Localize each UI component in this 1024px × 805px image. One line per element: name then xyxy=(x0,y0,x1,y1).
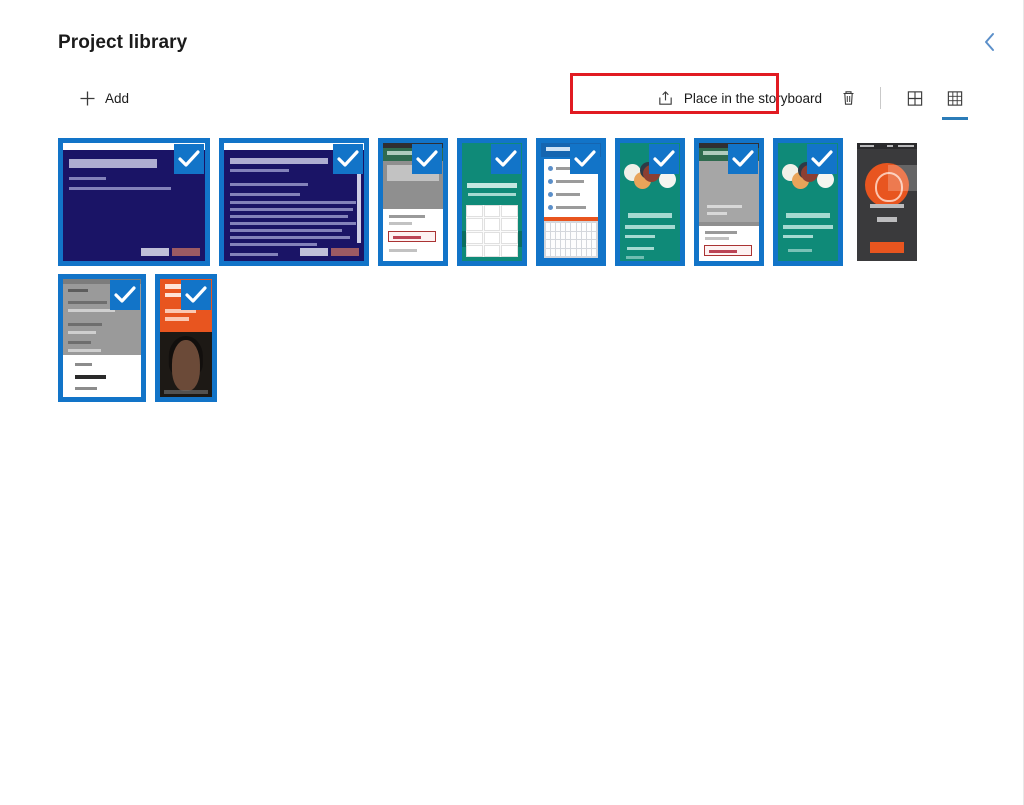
place-in-storyboard-icon xyxy=(657,89,675,107)
selected-check-badge xyxy=(181,280,211,310)
add-button-label: Add xyxy=(105,90,130,106)
library-thumbnail-grid xyxy=(58,138,1003,402)
place-in-storyboard-label: Place in the storyboard xyxy=(683,90,822,106)
library-item[interactable] xyxy=(773,138,843,266)
library-toolbar: Add Place in the storyboard xyxy=(0,78,1023,120)
chevron-left-icon xyxy=(982,31,997,53)
checkmark-icon xyxy=(811,150,833,167)
checkmark-icon xyxy=(114,286,136,303)
selected-check-badge xyxy=(728,144,758,174)
checkmark-icon xyxy=(574,150,596,167)
library-item[interactable] xyxy=(378,138,448,266)
large-grid-view-button[interactable] xyxy=(895,79,935,117)
toolbar-separator xyxy=(880,87,881,109)
library-item[interactable] xyxy=(694,138,764,266)
thumbnail-preview xyxy=(857,143,917,261)
selected-check-badge xyxy=(333,144,363,174)
checkmark-icon xyxy=(337,150,359,167)
library-item[interactable] xyxy=(219,138,369,266)
collapse-panel-button[interactable] xyxy=(971,24,1007,60)
toolbar-right-group: Place in the storyboard xyxy=(649,78,975,120)
toolbar-left-group: Add xyxy=(70,78,137,118)
checkmark-icon xyxy=(653,150,675,167)
library-item[interactable] xyxy=(155,274,217,402)
library-item[interactable] xyxy=(536,138,606,266)
selected-check-badge xyxy=(110,280,140,310)
grid-3x3-icon xyxy=(946,89,964,107)
plus-icon xyxy=(78,89,96,107)
library-item[interactable] xyxy=(457,138,527,266)
panel-header: Project library xyxy=(0,0,1023,70)
checkmark-icon xyxy=(416,150,438,167)
selected-check-badge xyxy=(174,144,204,174)
checkmark-icon xyxy=(732,150,754,167)
page-title: Project library xyxy=(58,32,188,53)
project-library-panel: Project library Add Place in the storybo… xyxy=(0,0,1024,805)
trash-icon xyxy=(839,89,857,107)
selected-check-badge xyxy=(491,144,521,174)
checkmark-icon xyxy=(178,150,200,167)
checkmark-icon xyxy=(185,286,207,303)
library-item[interactable] xyxy=(852,138,922,266)
place-in-storyboard-button[interactable]: Place in the storyboard xyxy=(649,81,830,115)
selected-check-badge xyxy=(807,144,837,174)
selected-check-badge xyxy=(412,144,442,174)
library-item[interactable] xyxy=(58,138,210,266)
grid-2x2-icon xyxy=(906,89,924,107)
library-item[interactable] xyxy=(58,274,146,402)
small-grid-view-button[interactable] xyxy=(935,79,975,120)
add-button[interactable]: Add xyxy=(70,81,137,115)
selected-check-badge xyxy=(649,144,679,174)
delete-button[interactable] xyxy=(830,81,866,115)
library-item[interactable] xyxy=(615,138,685,266)
checkmark-icon xyxy=(495,150,517,167)
selected-check-badge xyxy=(570,144,600,174)
